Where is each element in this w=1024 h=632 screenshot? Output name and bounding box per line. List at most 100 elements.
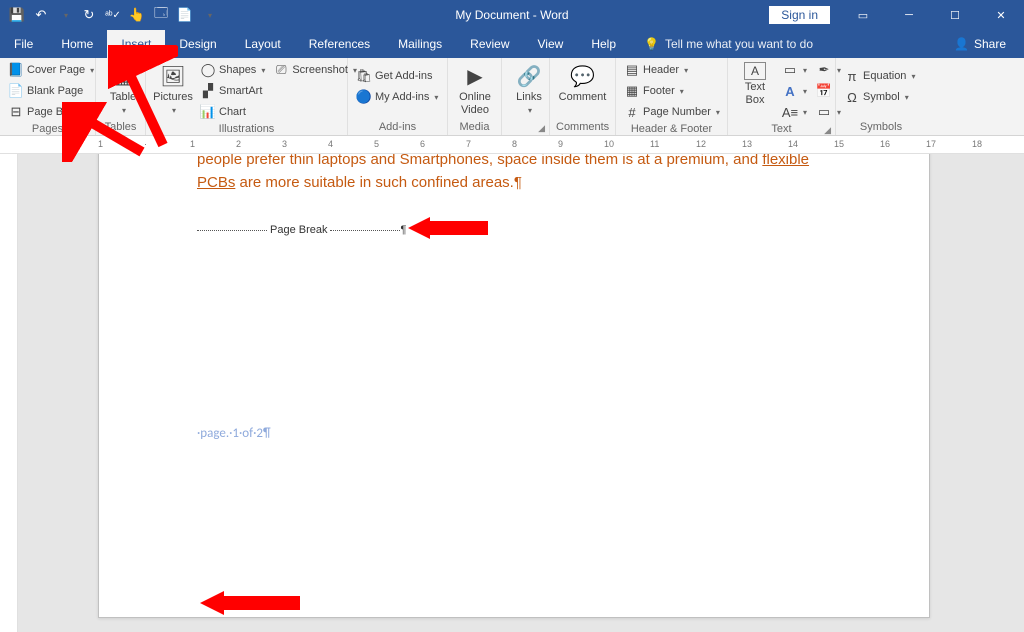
online-video-button[interactable]: ▶OnlineVideo [454, 60, 496, 118]
chart-button[interactable]: 📊Chart [198, 102, 267, 122]
video-label: Video [461, 104, 489, 116]
store-icon: 🛍 [356, 68, 372, 84]
maximize-button[interactable]: ☐ [932, 0, 978, 30]
chart-label: Chart [219, 106, 246, 118]
share-icon: 👤 [954, 37, 969, 51]
ruler-tick: 17 [926, 139, 936, 149]
get-addins-button[interactable]: 🛍Get Add-ins [354, 66, 440, 86]
text-run: people prefer thin laptops and Smartphon… [197, 154, 762, 168]
annotation-arrow [62, 102, 152, 162]
textbox-icon: A [744, 62, 766, 80]
footer-button[interactable]: ▦Footer [622, 81, 722, 101]
group-header-footer: ▤Header ▦Footer #Page Number Header & Fo… [616, 58, 728, 135]
ruler-tick: 1 [190, 139, 195, 149]
my-addins-icon: 🔵 [356, 89, 372, 105]
signin-button[interactable]: Sign in [769, 6, 830, 24]
shapes-button[interactable]: ◯Shapes [198, 60, 267, 80]
tab-references[interactable]: References [295, 30, 384, 58]
signature-icon: ✒ [816, 62, 832, 78]
mail-icon[interactable]: 📄 [174, 4, 196, 26]
spellcheck-icon[interactable]: ᵃᵇ✓ [102, 4, 124, 26]
close-button[interactable]: ✕ [978, 0, 1024, 30]
dropcap-button[interactable]: A≡ ▭ [780, 102, 843, 122]
ruler-tick: 13 [742, 139, 752, 149]
cover-page-button[interactable]: 📘Cover Page [6, 60, 96, 80]
tab-review[interactable]: Review [456, 30, 523, 58]
tab-layout[interactable]: Layout [231, 30, 295, 58]
ribbon-display-icon[interactable]: ▭ [840, 0, 886, 30]
quick-access-toolbar: 💾 ↶ ↻ ᵃᵇ✓ 👆 🗔 📄 [0, 4, 220, 26]
vertical-ruler[interactable] [0, 154, 18, 632]
annotation-arrow [408, 213, 488, 243]
doc-icon[interactable]: 🗔 [150, 4, 172, 26]
tab-mailings[interactable]: Mailings [384, 30, 456, 58]
tell-me-search[interactable]: 💡 Tell me what you want to do [630, 30, 813, 58]
ruler-tick: 8 [512, 139, 517, 149]
header-label: Header [643, 64, 679, 76]
group-comments-label: Comments [556, 120, 609, 135]
group-symbols-label: Symbols [842, 120, 920, 135]
smartart-button[interactable]: ▞SmartArt [198, 81, 267, 101]
cover-page-icon: 📘 [8, 62, 24, 78]
header-icon: ▤ [624, 62, 640, 78]
links-label: Links [516, 91, 542, 103]
redo-icon[interactable]: ↻ [78, 4, 100, 26]
textbox-button[interactable]: ATextBox [734, 60, 776, 108]
page-break-marker[interactable]: Page Break ¶ [197, 224, 831, 236]
minimize-button[interactable]: ─ [886, 0, 932, 30]
save-icon[interactable]: 💾 [6, 4, 28, 26]
wordart-button[interactable]: A📅 [780, 81, 843, 101]
textbox-label2: Box [746, 94, 765, 106]
screenshot-icon: ⎚ [273, 62, 289, 78]
video-icon: ▶ [461, 62, 489, 90]
tab-help[interactable]: Help [577, 30, 630, 58]
page-1[interactable]: people prefer thin laptops and Smartphon… [98, 154, 930, 618]
share-button[interactable]: 👤 Share [936, 30, 1024, 58]
ruler-tick: 2 [236, 139, 241, 149]
tell-me-label: Tell me what you want to do [665, 37, 813, 51]
page-number-button[interactable]: #Page Number [622, 102, 722, 122]
comment-label: Comment [559, 91, 607, 103]
screenshot-button[interactable]: ⎚Screenshot [271, 60, 359, 80]
symbol-button[interactable]: ΩSymbol [842, 87, 917, 107]
object-icon: ▭ [816, 104, 832, 120]
blank-page-button[interactable]: 📄Blank Page [6, 81, 96, 101]
page-break-icon: ⊟ [8, 104, 24, 120]
undo-dropdown[interactable] [54, 4, 76, 26]
my-addins-button[interactable]: 🔵My Add-ins [354, 87, 440, 107]
document-area: people prefer thin laptops and Smartphon… [0, 154, 1024, 632]
blank-page-label: Blank Page [27, 85, 83, 97]
ruler-tick: 4 [328, 139, 333, 149]
footer-label: Footer [643, 85, 675, 97]
hyperlink[interactable]: PCBs [197, 174, 235, 191]
hyperlink[interactable]: flexible [762, 154, 809, 168]
links-button[interactable]: 🔗Links [508, 60, 550, 118]
share-label: Share [974, 37, 1006, 51]
undo-icon[interactable]: ↶ [30, 4, 52, 26]
ruler-tick: 6 [420, 139, 425, 149]
tab-file[interactable]: File [0, 30, 47, 58]
ruler-tick: 9 [558, 139, 563, 149]
equation-button[interactable]: πEquation [842, 66, 917, 86]
equation-icon: π [844, 68, 860, 84]
page-number-label: Page Number [643, 106, 711, 118]
body-text[interactable]: people prefer thin laptops and Smartphon… [197, 154, 831, 194]
header-button[interactable]: ▤Header [622, 60, 722, 80]
chart-icon: 📊 [200, 104, 216, 120]
ruler-tick: 11 [650, 139, 659, 149]
touch-icon[interactable]: 👆 [126, 4, 148, 26]
shapes-icon: ◯ [200, 62, 216, 78]
tab-view[interactable]: View [524, 30, 578, 58]
qat-customize[interactable] [198, 4, 220, 26]
pilcrow-icon: ¶ [400, 224, 406, 236]
dropcap-icon: A≡ [782, 104, 798, 120]
ruler-tick: 3 [282, 139, 287, 149]
quick-parts-button[interactable]: ▭✒ [780, 60, 843, 80]
group-media: ▶OnlineVideo Media [448, 58, 502, 135]
text-run: are more suitable in such confined areas… [235, 174, 522, 191]
tab-home[interactable]: Home [47, 30, 107, 58]
comment-button[interactable]: 💬Comment [556, 60, 609, 105]
group-links: 🔗Links ◢ [502, 58, 550, 135]
group-addins: 🛍Get Add-ins 🔵My Add-ins Add-ins [348, 58, 448, 135]
wordart-icon: A [782, 83, 798, 99]
